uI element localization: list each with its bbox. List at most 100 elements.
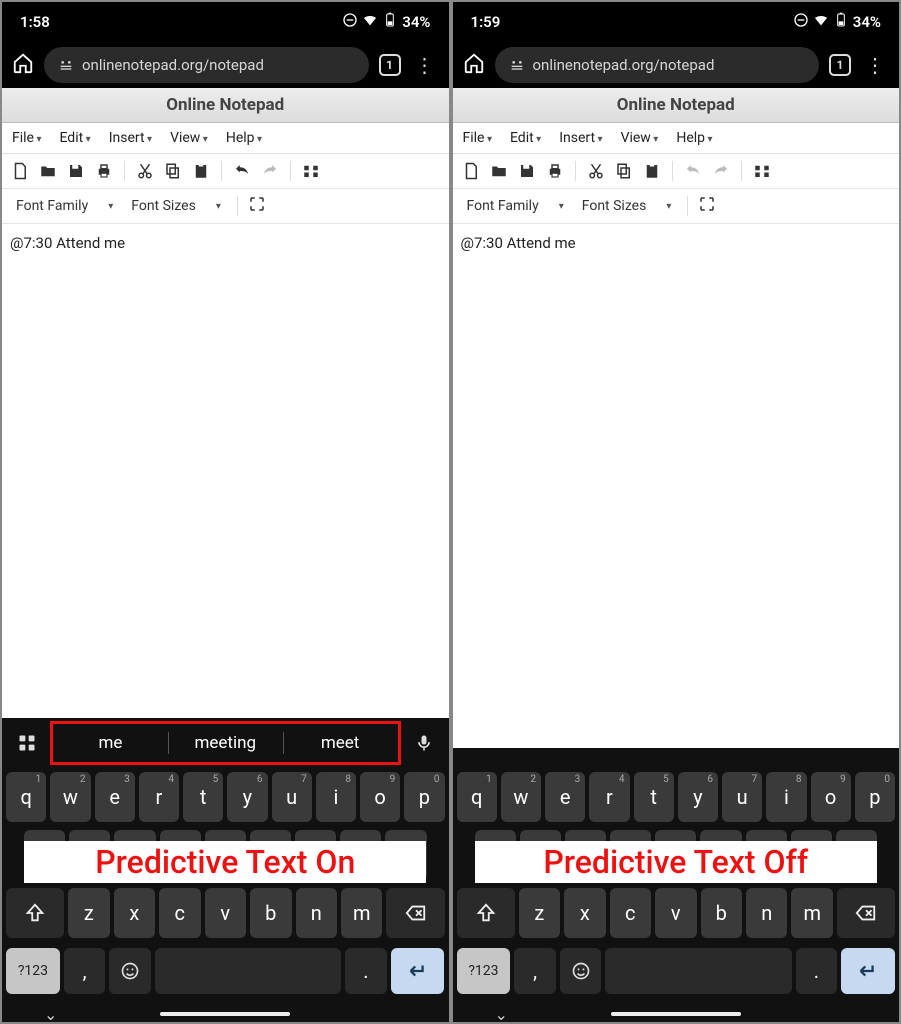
comma-key[interactable]: , bbox=[514, 948, 555, 994]
editor-area[interactable]: @7:30 Attend me bbox=[453, 224, 900, 748]
font-family-dropdown[interactable]: Font Family bbox=[10, 196, 119, 216]
emoji-key[interactable] bbox=[560, 948, 601, 994]
cut-icon[interactable] bbox=[584, 159, 608, 183]
editor-area[interactable]: @7:30 Attend me bbox=[2, 224, 449, 718]
key-t[interactable]: t5 bbox=[634, 772, 674, 822]
tab-count[interactable]: 1 bbox=[829, 54, 851, 76]
key-b[interactable]: b bbox=[250, 888, 291, 938]
key-p[interactable]: p0 bbox=[404, 772, 444, 822]
menu-view[interactable]: View bbox=[621, 130, 659, 146]
key-x[interactable]: x bbox=[114, 888, 155, 938]
symbols-key[interactable]: ?123 bbox=[457, 948, 511, 994]
key-i[interactable]: i8 bbox=[766, 772, 806, 822]
key-b[interactable]: b bbox=[701, 888, 742, 938]
new-file-icon[interactable] bbox=[8, 159, 32, 183]
key-c[interactable]: c bbox=[159, 888, 200, 938]
undo-icon[interactable] bbox=[230, 159, 254, 183]
enter-key[interactable] bbox=[391, 948, 445, 994]
key-v[interactable]: v bbox=[205, 888, 246, 938]
suggestion-3[interactable]: meet bbox=[283, 724, 398, 762]
comma-key[interactable]: , bbox=[64, 948, 105, 994]
key-t[interactable]: t5 bbox=[183, 772, 223, 822]
key-n[interactable]: n bbox=[746, 888, 787, 938]
menu-kebab-icon[interactable]: ⋮ bbox=[411, 55, 439, 75]
menu-edit[interactable]: Edit bbox=[510, 130, 541, 146]
menu-file[interactable]: File bbox=[12, 130, 41, 146]
period-key[interactable]: . bbox=[345, 948, 386, 994]
url-bar[interactable]: onlinenotepad.org/notepad bbox=[44, 47, 369, 83]
key-v[interactable]: v bbox=[655, 888, 696, 938]
fullscreen-icon[interactable] bbox=[698, 195, 716, 217]
redo-icon[interactable] bbox=[258, 159, 282, 183]
copy-icon[interactable] bbox=[612, 159, 636, 183]
key-i[interactable]: i8 bbox=[316, 772, 356, 822]
chevron-down-icon[interactable]: ⌄ bbox=[495, 1005, 508, 1023]
enter-key[interactable] bbox=[841, 948, 895, 994]
key-p[interactable]: p0 bbox=[855, 772, 895, 822]
find-replace-icon[interactable] bbox=[299, 159, 323, 183]
paste-icon[interactable] bbox=[189, 159, 213, 183]
menu-help[interactable]: Help bbox=[226, 130, 262, 146]
key-c[interactable]: c bbox=[610, 888, 651, 938]
key-w[interactable]: w2 bbox=[50, 772, 90, 822]
suggestion-1[interactable]: me bbox=[53, 724, 168, 762]
period-key[interactable]: . bbox=[796, 948, 837, 994]
mic-icon[interactable] bbox=[403, 722, 445, 764]
font-family-dropdown[interactable]: Font Family bbox=[461, 196, 570, 216]
home-icon[interactable] bbox=[463, 52, 485, 78]
key-u[interactable]: u7 bbox=[722, 772, 762, 822]
redo-icon[interactable] bbox=[709, 159, 733, 183]
emoji-key[interactable] bbox=[109, 948, 150, 994]
nav-pill[interactable] bbox=[611, 1012, 741, 1016]
key-r[interactable]: r4 bbox=[589, 772, 629, 822]
key-x[interactable]: x bbox=[564, 888, 605, 938]
menu-view[interactable]: View bbox=[170, 130, 208, 146]
new-file-icon[interactable] bbox=[459, 159, 483, 183]
home-icon[interactable] bbox=[12, 52, 34, 78]
cut-icon[interactable] bbox=[133, 159, 157, 183]
key-q[interactable]: q1 bbox=[457, 772, 497, 822]
font-sizes-dropdown[interactable]: Font Sizes bbox=[125, 196, 227, 216]
key-e[interactable]: e3 bbox=[545, 772, 585, 822]
key-u[interactable]: u7 bbox=[272, 772, 312, 822]
menu-help[interactable]: Help bbox=[676, 130, 712, 146]
menu-file[interactable]: File bbox=[463, 130, 492, 146]
undo-icon[interactable] bbox=[681, 159, 705, 183]
nav-pill[interactable] bbox=[160, 1012, 290, 1016]
key-m[interactable]: m bbox=[341, 888, 382, 938]
menu-kebab-icon[interactable]: ⋮ bbox=[861, 55, 889, 75]
key-y[interactable]: y6 bbox=[227, 772, 267, 822]
open-file-icon[interactable] bbox=[487, 159, 511, 183]
space-key[interactable] bbox=[605, 948, 791, 994]
shift-key[interactable] bbox=[457, 888, 515, 938]
backspace-key[interactable] bbox=[837, 888, 895, 938]
paste-icon[interactable] bbox=[640, 159, 664, 183]
save-icon[interactable] bbox=[64, 159, 88, 183]
grid-icon[interactable] bbox=[6, 722, 48, 764]
print-icon[interactable] bbox=[543, 159, 567, 183]
find-replace-icon[interactable] bbox=[750, 159, 774, 183]
shift-key[interactable] bbox=[6, 888, 64, 938]
key-e[interactable]: e3 bbox=[95, 772, 135, 822]
key-r[interactable]: r4 bbox=[139, 772, 179, 822]
key-y[interactable]: y6 bbox=[678, 772, 718, 822]
key-w[interactable]: w2 bbox=[501, 772, 541, 822]
space-key[interactable] bbox=[155, 948, 341, 994]
menu-edit[interactable]: Edit bbox=[59, 130, 90, 146]
key-q[interactable]: q1 bbox=[6, 772, 46, 822]
chevron-down-icon[interactable]: ⌄ bbox=[44, 1005, 57, 1023]
key-n[interactable]: n bbox=[296, 888, 337, 938]
key-o[interactable]: o9 bbox=[811, 772, 851, 822]
symbols-key[interactable]: ?123 bbox=[6, 948, 60, 994]
key-o[interactable]: o9 bbox=[360, 772, 400, 822]
copy-icon[interactable] bbox=[161, 159, 185, 183]
key-z[interactable]: z bbox=[519, 888, 560, 938]
backspace-key[interactable] bbox=[386, 888, 444, 938]
key-z[interactable]: z bbox=[68, 888, 109, 938]
menu-insert[interactable]: Insert bbox=[109, 130, 152, 146]
key-m[interactable]: m bbox=[791, 888, 832, 938]
tab-count[interactable]: 1 bbox=[379, 54, 401, 76]
print-icon[interactable] bbox=[92, 159, 116, 183]
url-bar[interactable]: onlinenotepad.org/notepad bbox=[495, 47, 820, 83]
suggestion-2[interactable]: meeting bbox=[168, 724, 283, 762]
